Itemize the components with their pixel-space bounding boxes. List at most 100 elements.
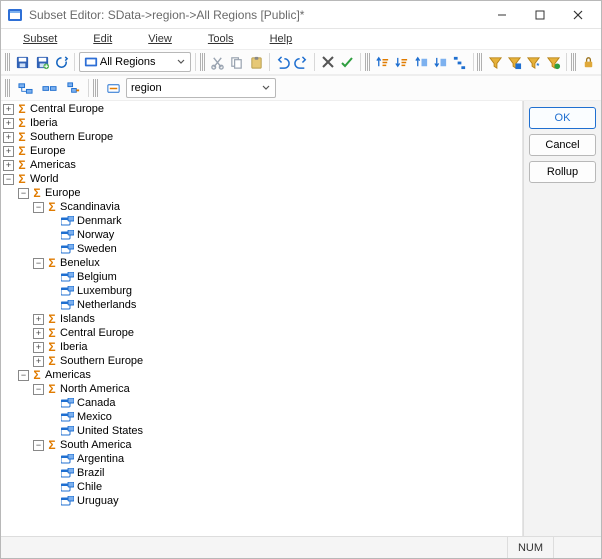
tree-node[interactable]: Brazil (3, 466, 522, 480)
status-empty (553, 537, 581, 558)
dimension-dropdown[interactable]: region (126, 78, 276, 98)
tree-node[interactable]: −ΣScandinavia (3, 200, 522, 214)
sigma-icon: Σ (46, 312, 58, 326)
tree-node[interactable]: +ΣSouthern Europe (3, 130, 522, 144)
tree-node[interactable]: Canada (3, 396, 522, 410)
tree-node-label: Americas (45, 368, 91, 382)
tree-node[interactable]: −ΣAmericas (3, 368, 522, 382)
menu-help[interactable]: Help (254, 32, 309, 46)
drilldown-button[interactable] (62, 77, 84, 99)
chevron-down-icon (174, 54, 188, 70)
sort-desc-button[interactable] (393, 51, 410, 73)
tree-node[interactable]: Chile (3, 480, 522, 494)
save-button[interactable] (14, 51, 31, 73)
delete-button[interactable] (319, 51, 336, 73)
redo-button[interactable] (293, 51, 310, 73)
sigma-icon: Σ (46, 438, 58, 452)
tree-panel[interactable]: +ΣCentral Europe+ΣIberia+ΣSouthern Europ… (1, 101, 523, 536)
tree-node[interactable]: +ΣSouthern Europe (3, 354, 522, 368)
close-button[interactable] (559, 2, 597, 28)
expand-icon[interactable]: + (33, 314, 44, 325)
sigma-icon: Σ (46, 354, 58, 368)
expand-icon[interactable]: + (3, 146, 14, 157)
tree-node[interactable]: Netherlands (3, 298, 522, 312)
element-icon (61, 216, 74, 227)
expand-icon[interactable]: + (3, 118, 14, 129)
paste-button[interactable] (248, 51, 265, 73)
collapse-icon[interactable]: − (18, 370, 29, 381)
sigma-icon: Σ (46, 382, 58, 396)
window-title: Subset Editor: SData->region->All Region… (29, 8, 483, 22)
expand-icon[interactable]: + (33, 356, 44, 367)
expand-icon[interactable]: + (33, 342, 44, 353)
filter-wildcard-button[interactable]: * (525, 51, 542, 73)
expand-icon[interactable]: + (3, 132, 14, 143)
tree-node[interactable]: Uruguay (3, 494, 522, 508)
menu-edit[interactable]: Edit (77, 32, 128, 46)
ok-button[interactable]: OK (529, 107, 596, 129)
tree-node[interactable]: +ΣEurope (3, 144, 522, 158)
collapse-icon[interactable]: − (33, 384, 44, 395)
expand-icon[interactable]: + (33, 328, 44, 339)
sort-asc-button[interactable] (374, 51, 391, 73)
filter-button[interactable] (486, 51, 503, 73)
no-expander (48, 286, 59, 297)
cancel-button[interactable]: Cancel (529, 134, 596, 156)
sigma-icon: Σ (31, 186, 43, 200)
tree-node-label: Belgium (77, 270, 117, 284)
alias-button[interactable] (102, 77, 124, 99)
copy-button[interactable] (228, 51, 245, 73)
toolbar-separator (195, 53, 196, 71)
expand-icon[interactable]: + (3, 104, 14, 115)
filter-attribute-button[interactable] (544, 51, 561, 73)
tree-node[interactable]: +ΣIslands (3, 312, 522, 326)
menu-view[interactable]: View (132, 32, 188, 46)
tree-node[interactable]: Mexico (3, 410, 522, 424)
tree-node[interactable]: Denmark (3, 214, 522, 228)
sort-index-desc-button[interactable] (432, 51, 449, 73)
no-expander (48, 272, 59, 283)
tree-node[interactable]: −ΣSouth America (3, 438, 522, 452)
tree-node[interactable]: +ΣCentral Europe (3, 102, 522, 116)
keep-button[interactable] (339, 51, 356, 73)
collapse-all-button[interactable] (38, 77, 60, 99)
undo-button[interactable] (274, 51, 291, 73)
tree-node[interactable]: −ΣBenelux (3, 256, 522, 270)
tree-node[interactable]: −ΣWorld (3, 172, 522, 186)
minimize-button[interactable] (483, 2, 521, 28)
sort-index-asc-button[interactable] (412, 51, 429, 73)
cut-button[interactable] (209, 51, 226, 73)
rollup-button[interactable]: Rollup (529, 161, 596, 183)
menu-subset[interactable]: Subset (7, 32, 73, 46)
subset-name-dropdown[interactable]: All Regions (79, 52, 191, 72)
collapse-icon[interactable]: − (33, 202, 44, 213)
tree-node[interactable]: +ΣCentral Europe (3, 326, 522, 340)
tree-node[interactable]: Norway (3, 228, 522, 242)
tree-node[interactable]: Belgium (3, 270, 522, 284)
maximize-button[interactable] (521, 2, 559, 28)
sigma-icon: Σ (31, 368, 43, 382)
sort-hierarchy-button[interactable] (451, 51, 468, 73)
expand-all-button[interactable] (14, 77, 36, 99)
tree-node[interactable]: +ΣAmericas (3, 158, 522, 172)
tree-node[interactable]: Luxemburg (3, 284, 522, 298)
filter-level-button[interactable] (506, 51, 523, 73)
save-as-button[interactable] (33, 51, 50, 73)
collapse-icon[interactable]: − (3, 174, 14, 185)
reload-button[interactable] (53, 51, 70, 73)
tree-node[interactable]: +ΣIberia (3, 340, 522, 354)
tree-node[interactable]: +ΣIberia (3, 116, 522, 130)
security-button[interactable] (580, 51, 597, 73)
tree-node[interactable]: Argentina (3, 452, 522, 466)
menu-tools[interactable]: Tools (192, 32, 250, 46)
sigma-icon: Σ (46, 340, 58, 354)
tree-node[interactable]: −ΣNorth America (3, 382, 522, 396)
tree-node[interactable]: −ΣEurope (3, 186, 522, 200)
collapse-icon[interactable]: − (33, 440, 44, 451)
collapse-icon[interactable]: − (18, 188, 29, 199)
tree-node-label: Argentina (77, 452, 124, 466)
tree-node[interactable]: United States (3, 424, 522, 438)
tree-node[interactable]: Sweden (3, 242, 522, 256)
expand-icon[interactable]: + (3, 160, 14, 171)
collapse-icon[interactable]: − (33, 258, 44, 269)
